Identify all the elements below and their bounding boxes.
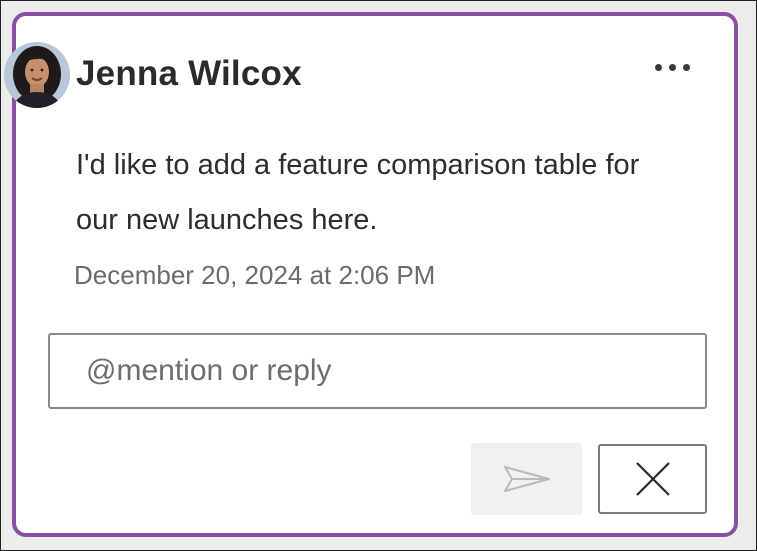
comment-text: I'd like to add a feature comparison tab… (76, 149, 640, 236)
more-options-icon-dot-3 (682, 63, 690, 71)
avatar-photo (4, 42, 70, 108)
reply-input[interactable] (48, 333, 707, 409)
more-options-icon-dot-2 (668, 63, 676, 71)
cancel-button[interactable] (598, 444, 707, 514)
comment-card: Jenna Wilcox I'd like to add a feature c… (4, 12, 738, 537)
more-options-button[interactable] (644, 52, 700, 82)
avatar (4, 42, 70, 108)
comment-timestamp: December 20, 2024 at 2:06 PM (74, 260, 436, 290)
window-frame: Jenna Wilcox I'd like to add a feature c… (0, 0, 757, 551)
send-button[interactable] (471, 443, 582, 515)
author-name: Jenna Wilcox (76, 54, 302, 93)
more-options-icon (654, 63, 662, 71)
close-icon (635, 462, 670, 496)
send-icon (503, 466, 550, 492)
